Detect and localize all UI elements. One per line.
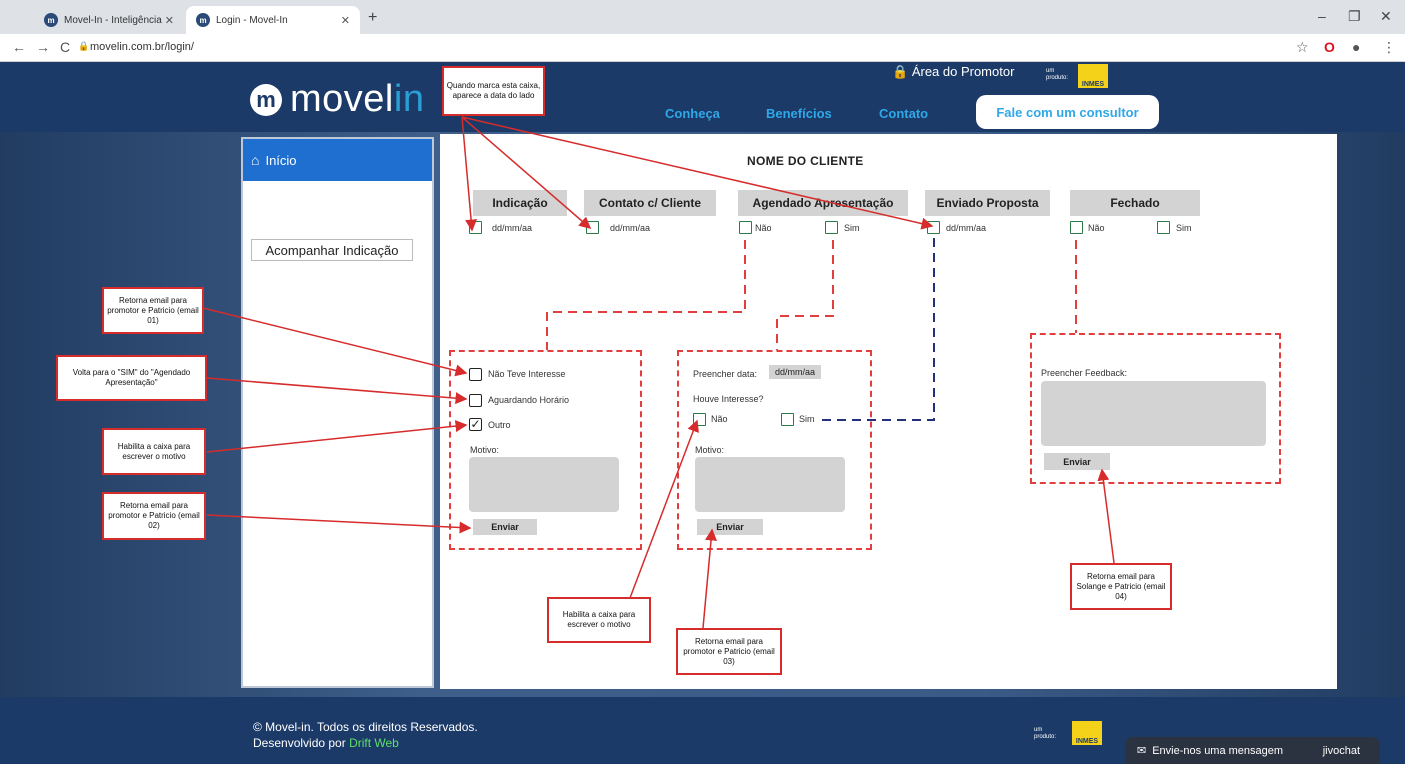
note-habilita-2: Habilita a caixa para escrever o motivo [547,597,651,643]
arrow-2 [202,307,468,377]
mail-icon: ✉ [1137,745,1147,757]
arrow-1a [461,116,478,232]
drift-web-link[interactable]: Drift Web [349,736,399,750]
jivochat-label: jivochat [1322,744,1360,757]
arrow-7 [702,528,718,629]
note-email-03: Retorna email para promotor e Patricio (… [676,628,782,675]
note-volta-sim: Volta para o "SIM" do "Agendado Apresent… [56,355,207,401]
flow-connectors [546,240,1077,350]
chat-label: Envie-nos uma mensagem [1152,744,1284,757]
chat-widget[interactable]: ✉ Envie-nos uma mensagem jivochat [1125,737,1380,764]
note-email-04: Retorna email para Solange e Patricio (e… [1070,563,1172,610]
arrow-4 [206,420,468,453]
footer-text: © Movel-in. Todos os direitos Reservados… [253,719,478,751]
connector-agendado-sim [776,240,834,350]
arrow-5 [206,514,472,534]
connector-agendado-nao [546,240,746,350]
produto-label: um produto: [1034,727,1057,740]
note-data-lado: Quando marca esta caixa, aparece a data … [442,66,545,116]
developer-credit: Desenvolvido por Drift Web [253,735,478,751]
inmes-logo: INMES [1072,721,1102,745]
copyright: © Movel-in. Todos os direitos Reservados… [253,720,478,734]
note-habilita-1: Habilita a caixa para escrever o motivo [102,428,206,475]
site-footer: © Movel-in. Todos os direitos Reservados… [0,697,1405,764]
note-email-02: Retorna email para promotor e Patricio (… [102,492,206,540]
connector-back-to-enviado [822,232,935,421]
arrow-6 [629,419,699,599]
note-email-01: Retorna email para promotor e Patricio (… [102,287,204,334]
arrow-3 [206,377,468,405]
arrow-1b [461,116,592,229]
arrow-8 [1097,468,1115,564]
dev-prefix: Desenvolvido por [253,736,350,750]
callout-arrows [202,116,1115,629]
arrow-1c [461,116,934,230]
